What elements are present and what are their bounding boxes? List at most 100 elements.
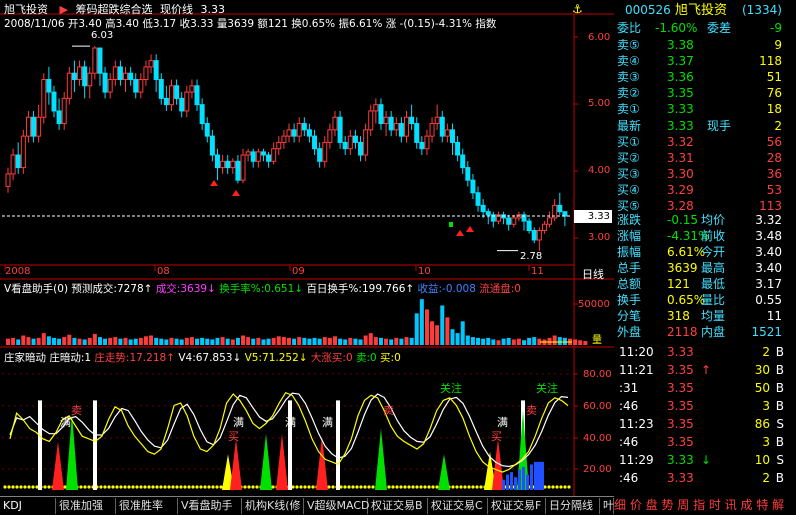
indicator-tab[interactable]: V超级MACD	[304, 498, 370, 514]
volume-bar	[460, 321, 465, 345]
stat-label: 均价	[701, 213, 726, 227]
volume-bar	[292, 338, 297, 345]
buy-signal-marker	[210, 180, 218, 186]
candle-body	[485, 211, 491, 216]
tick-time: 11:21	[619, 363, 654, 377]
signal-column	[93, 400, 97, 490]
candle-body	[163, 97, 169, 106]
indicator-title[interactable]: 庄家暗动	[4, 352, 46, 364]
candle-body	[444, 129, 450, 137]
volume-bar	[31, 338, 36, 345]
volume-turnover: 成交:3639↓	[155, 283, 216, 295]
candle-body	[56, 110, 62, 125]
buy-level-label: 买③	[617, 167, 640, 181]
baseline-dot	[427, 485, 431, 489]
tick-volume: 50	[754, 381, 770, 395]
candle-body	[92, 47, 98, 74]
baseline-dot	[175, 485, 179, 489]
indicator-tab[interactable]: 权证交易F	[488, 498, 546, 514]
volume-bar	[276, 336, 281, 345]
candle-body	[557, 204, 563, 213]
sell-signal-label: 卖	[71, 404, 82, 417]
volume-bar	[562, 337, 567, 345]
baseline-dot	[359, 485, 363, 489]
candle-body	[352, 135, 358, 143]
candle-body	[245, 151, 251, 156]
indicator-tab[interactable]: 日分隔线	[546, 498, 600, 514]
tick-side: B	[775, 381, 784, 395]
baseline-dot	[391, 485, 395, 489]
indicator-volume-bar	[522, 466, 525, 490]
volume-indicator-name[interactable]: V看盘助手(0)	[4, 283, 68, 295]
indicator-tab[interactable]: 叶	[600, 498, 614, 514]
quote-stock-name: 旭飞投资	[675, 3, 728, 18]
candle-body	[36, 116, 42, 137]
candle-body	[10, 154, 16, 175]
indicator-volume-bar	[530, 464, 533, 490]
info-mode[interactable]: 指数	[475, 18, 496, 30]
candle-body	[225, 160, 231, 169]
indicator-tab[interactable]: 权证交易B	[368, 498, 428, 514]
indicator-tab[interactable]: 机构K线(修	[242, 498, 304, 514]
buy-signal-marker	[456, 230, 464, 236]
candle-body	[332, 116, 338, 131]
volume-bar	[123, 337, 128, 345]
price-line-label: 现价线	[159, 3, 193, 16]
candle-body	[439, 116, 445, 137]
info-amount: 额121	[257, 18, 288, 30]
candle-body	[102, 72, 108, 93]
indicator-tab[interactable]: V看盘助手	[178, 498, 242, 514]
indicator-tab[interactable]: KDJ	[0, 498, 56, 514]
candle-body	[291, 129, 297, 137]
candle-body	[383, 116, 389, 125]
anchor-icon[interactable]: ⚓	[572, 2, 583, 16]
candle-body	[455, 141, 461, 156]
sell-level-row: 卖① 3.33 18	[615, 101, 796, 118]
baseline-dot	[563, 485, 567, 489]
candle-body	[398, 123, 404, 137]
baseline-dot	[555, 485, 559, 489]
candle-body	[199, 104, 205, 125]
baseline-dot	[351, 485, 355, 489]
volume-bar	[378, 337, 383, 345]
baseline-dot	[463, 485, 467, 489]
baseline-dot	[367, 485, 371, 489]
indicator-tab[interactable]: 很准胜率	[116, 498, 178, 514]
chart-canvas[interactable]	[0, 0, 614, 496]
baseline-dot	[147, 485, 151, 489]
webi-label: 委比	[617, 21, 642, 35]
tick-volume: 2	[762, 471, 770, 485]
volume-bar	[297, 337, 302, 345]
candle-body	[194, 85, 200, 106]
tick-volume: 3	[762, 435, 770, 449]
indicator-tab[interactable]: 很准加强	[56, 498, 116, 514]
candle-body	[204, 123, 210, 137]
info-amp: 振6.61%	[338, 18, 383, 30]
volume-bar	[414, 313, 419, 345]
full-signal-label: 满	[322, 416, 333, 429]
baseline-dot	[43, 485, 47, 489]
candle-body	[271, 148, 277, 162]
candle-body	[25, 116, 31, 137]
buy-level-volume: 53	[766, 183, 782, 197]
period-mode[interactable]: 日线	[582, 266, 604, 282]
volume-bar	[164, 339, 169, 345]
bar-info-row: 2008/11/06 开3.40 高3.40 低3.17 收3.33 量3639…	[4, 18, 496, 31]
baseline-dot	[431, 485, 435, 489]
volume-bar	[516, 338, 521, 345]
baseline-dot	[355, 485, 359, 489]
scrolling-marquee[interactable]: 细 价 盘 势 周 指 时 讯 成 特 解	[614, 496, 796, 514]
baseline-dot	[247, 485, 251, 489]
volume-bar	[384, 338, 389, 345]
signal-triangle	[52, 441, 64, 490]
chart-area[interactable]: 旭飞投资 ▶ 筹码超跌综合选 现价线 3.33 2008/11/06 开3.40…	[0, 0, 614, 496]
sell-level-label: 卖③	[617, 70, 640, 84]
volume-bar	[445, 317, 450, 345]
baseline-dot	[295, 485, 299, 489]
buy-level-label: 买④	[617, 183, 640, 197]
candle-body	[138, 78, 144, 93]
indicator-tab[interactable]: 权证交易C	[428, 498, 488, 514]
volume-bar	[322, 337, 327, 345]
indicator-name[interactable]: 筹码超跌综合选	[75, 3, 152, 16]
volume-bar	[343, 339, 348, 345]
